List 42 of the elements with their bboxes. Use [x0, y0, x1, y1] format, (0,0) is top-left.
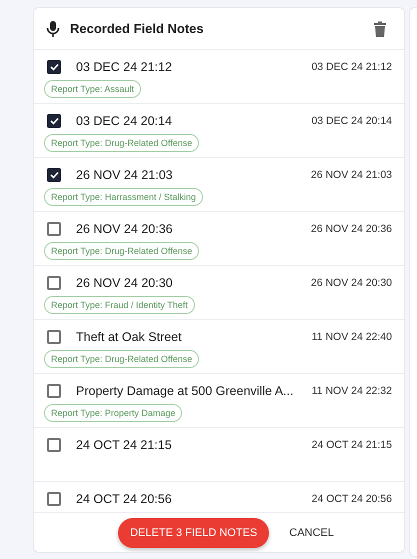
- note-date: 11 NOV 24 22:40: [312, 331, 392, 343]
- note-date: 03 DEC 24 20:14: [311, 115, 392, 127]
- note-date: 24 OCT 24 20:56: [312, 493, 392, 505]
- checkbox[interactable]: [47, 168, 61, 182]
- trash-icon: [372, 20, 388, 36]
- note-date: 26 NOV 24 21:03: [310, 169, 392, 181]
- cancel-button[interactable]: CANCEL: [283, 526, 340, 540]
- note-title[interactable]: 03 DEC 24 20:14: [76, 114, 312, 128]
- report-type-tag: Report Type: Property Damage: [44, 404, 182, 422]
- checkbox[interactable]: [47, 384, 61, 398]
- note-title[interactable]: 26 NOV 24 21:03: [76, 168, 311, 182]
- note-title[interactable]: Property Damage at 500 Greenville A...: [76, 384, 312, 398]
- checkbox[interactable]: [47, 438, 61, 452]
- report-type-tag: Report Type: Harrassment / Stalking: [44, 188, 203, 206]
- report-type-tag: Report Type: Fraud / Identity Theft: [44, 296, 195, 314]
- checkbox[interactable]: [47, 222, 61, 236]
- note-title[interactable]: 24 OCT 24 21:15: [76, 438, 312, 452]
- note-title[interactable]: 24 OCT 24 20:56: [76, 492, 312, 506]
- checkbox[interactable]: [47, 330, 61, 344]
- note-title[interactable]: Theft at Oak Street: [76, 330, 312, 344]
- note-title[interactable]: 26 NOV 24 20:36: [76, 222, 311, 236]
- checkbox[interactable]: [47, 60, 61, 74]
- report-type-tag: Report Type: Drug-Related Offense: [44, 350, 200, 368]
- checkmark-icon: [50, 171, 58, 179]
- note-title[interactable]: 03 DEC 24 21:12: [76, 60, 312, 74]
- checkmark-icon: [50, 117, 58, 125]
- delete-notes-button[interactable]: DELETE 3 FIELD NOTES: [118, 518, 270, 548]
- checkbox[interactable]: [47, 114, 61, 128]
- note-title[interactable]: 26 NOV 24 20:30: [76, 276, 311, 290]
- note-date: 24 OCT 24 21:15: [312, 439, 392, 451]
- note-date: 26 NOV 24 20:36: [310, 223, 392, 235]
- checkbox[interactable]: [47, 492, 61, 506]
- note-date: 11 NOV 24 22:32: [312, 385, 392, 397]
- panel-title: Recorded Field Notes: [70, 21, 205, 36]
- checkmark-icon: [50, 63, 58, 71]
- checkbox[interactable]: [47, 276, 61, 290]
- note-date: 03 DEC 24 21:12: [311, 61, 392, 73]
- report-type-tag: Report Type: Drug-Related Offense: [44, 242, 200, 260]
- report-type-tag: Report Type: Drug-Related Offense: [44, 134, 200, 152]
- microphone-icon: [46, 20, 60, 36]
- note-date: 26 NOV 24 20:30: [310, 277, 392, 289]
- report-type-tag: Report Type: Assault: [44, 80, 141, 98]
